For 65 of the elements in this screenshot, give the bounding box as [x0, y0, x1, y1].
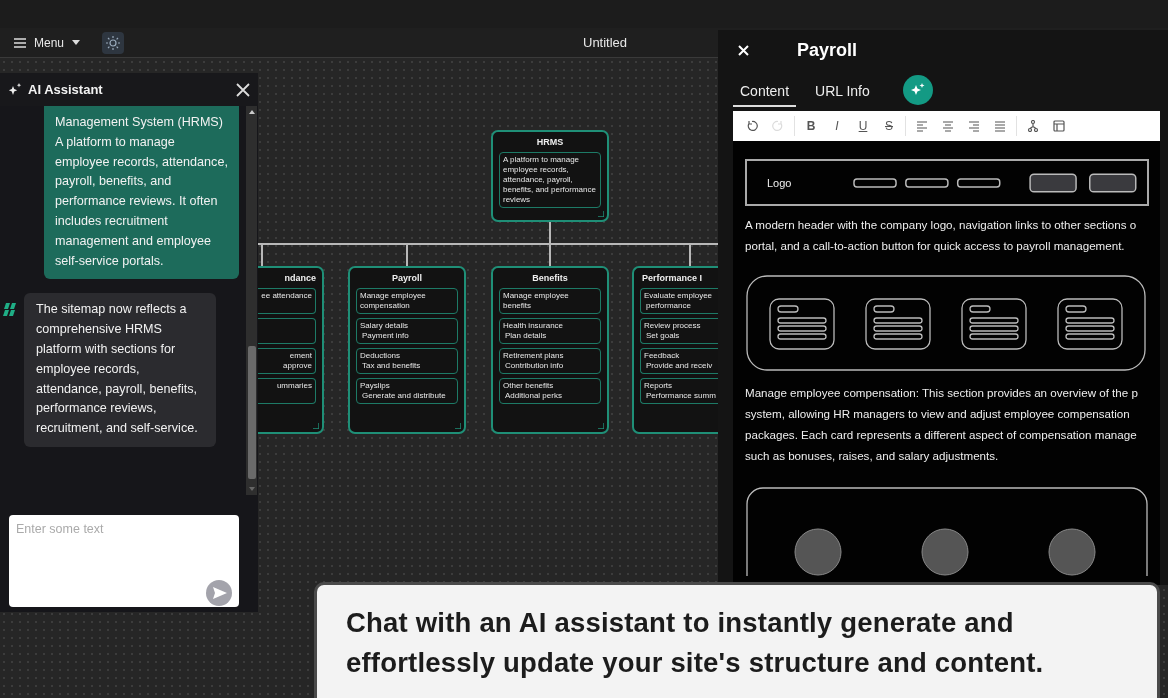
menu-button[interactable]: Menu: [14, 35, 81, 50]
header-wireframe[interactable]: Logo: [745, 159, 1149, 206]
node-item[interactable]: Health insurance Plan details: [499, 318, 601, 344]
node-item[interactable]: Payslips Generate and distribute: [356, 378, 458, 404]
redo-icon: [772, 120, 784, 132]
scroll-down-icon[interactable]: [248, 487, 255, 491]
format-button[interactable]: S: [876, 115, 902, 137]
theme-toggle-button[interactable]: [102, 31, 125, 54]
node-item[interactable]: A platform to manage employee records, attendance, payroll, benefits, and performance reviews: [499, 152, 601, 208]
node-item[interactable]: Retirement plans Contribution info: [499, 348, 601, 374]
caption-text: Chat with an AI assistant to instantly generate and effortlessly update your site's structure and content.: [346, 606, 1045, 680]
node-title: Performance I: [641, 272, 704, 284]
resize-handle-icon[interactable]: [313, 423, 319, 429]
node-title: HRMS: [535, 136, 565, 148]
sparkle-icon: [8, 83, 22, 96]
resize-handle-icon[interactable]: [598, 211, 604, 217]
user-message: Management System (HRMS) A platform to manage employee records, attendance, payroll, benefits, and performance reviews. It often includes recruitment management and employee self-service portals.: [44, 106, 239, 280]
sun-icon: [106, 35, 121, 50]
send-icon: [213, 587, 227, 599]
menu-icon: [14, 37, 26, 48]
document-title: Untitled: [583, 35, 628, 50]
align-left-icon: [916, 120, 928, 132]
tree-icon: [1027, 120, 1039, 132]
close-icon: [236, 82, 250, 97]
panel-title: AI Assistant: [28, 82, 104, 97]
node-title: Payroll: [391, 272, 423, 284]
profile-wireframe-drawing[interactable]: [745, 486, 1149, 576]
justify-icon: [994, 120, 1006, 132]
align-center-icon: [942, 120, 954, 132]
section-description: Manage employee compensation: This section provides an overview of the p system, allowing HR managers to view and adjust employee compensation packages. Each card represents a different aspect of compensation manage such as bonuses, raises, and salary adjustments.: [745, 385, 1139, 464]
sitemap-node[interactable]: HRMS A platform to manage employee records, attendance, payroll, benefits, and performance reviews: [491, 130, 609, 222]
scrollbar[interactable]: [246, 106, 257, 495]
node-item[interactable]: Other benefits Additional perks: [499, 378, 601, 404]
message-input[interactable]: Enter some text: [9, 515, 239, 607]
node-title: Benefits: [531, 272, 569, 284]
card-grid-wireframe-drawing[interactable]: [745, 274, 1149, 374]
resize-handle-icon[interactable]: [455, 423, 461, 429]
sitemap-node[interactable]: ndance ee attendance ement approve ummaries: [258, 266, 324, 434]
ai-generate-button[interactable]: [902, 75, 933, 105]
assistant-avatar-icon: [3, 303, 18, 317]
panel-title: Payroll: [797, 39, 858, 61]
section-description: A modern header with the company logo, navigation links to other sections o portal, and a call-to-action button for quick access to payroll management.: [745, 217, 1138, 254]
sitemap-node[interactable]: Benefits Manage employee benefits Health insurance Plan details Retirement plans Contribution info Other benefits Additional perks: [491, 266, 609, 434]
node-item[interactable]: Manage employee compensation: [356, 288, 458, 314]
tab[interactable]: URL Info: [808, 77, 877, 107]
node-item[interactable]: Manage employee benefits: [499, 288, 601, 314]
align-right-icon: [968, 120, 980, 132]
sitemap-node[interactable]: Payroll Manage employee compensation Salary details Payment info Deductions Tax and benefits Payslips Generate and distribute: [348, 266, 466, 434]
tab[interactable]: Content: [733, 77, 797, 107]
caret-icon: [72, 40, 81, 45]
node-title: ndance: [284, 272, 316, 284]
resize-handle-icon[interactable]: [598, 423, 604, 429]
layout-icon: [1053, 120, 1065, 132]
close-button[interactable]: [236, 82, 250, 97]
node-item[interactable]: Deductions Tax and benefits: [356, 348, 458, 374]
scroll-up-icon[interactable]: [248, 110, 255, 114]
node-item[interactable]: Salary details Payment info: [356, 318, 458, 344]
undo-icon: [746, 120, 758, 132]
format-button[interactable]: U: [850, 115, 876, 137]
format-button[interactable]: I: [824, 115, 850, 137]
logo-label: Logo: [767, 176, 792, 189]
assistant-message: The sitemap now reflects a comprehensive HRMS platform with sections for employee records, attendance, payroll, benefits, performance reviews, recruitment, and self-service.: [24, 293, 216, 447]
format-button[interactable]: B: [798, 115, 824, 137]
close-icon: [738, 44, 749, 56]
sitemap-node[interactable]: Performance I Evaluate employee performance Review process Set goals Feedback Provide and receiv Reports Performance summ: [632, 266, 718, 434]
